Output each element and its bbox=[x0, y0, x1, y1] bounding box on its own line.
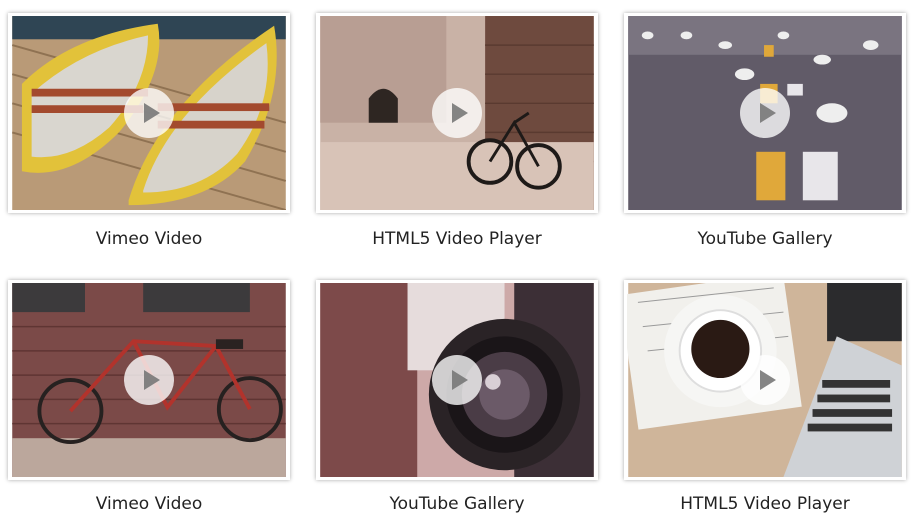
video-title[interactable]: HTML5 Video Player bbox=[316, 229, 598, 249]
video-title[interactable]: HTML5 Video Player bbox=[624, 494, 906, 514]
play-icon[interactable] bbox=[432, 355, 482, 405]
play-icon[interactable] bbox=[740, 88, 790, 138]
video-thumbnail[interactable] bbox=[8, 280, 290, 480]
video-title[interactable]: Vimeo Video bbox=[8, 229, 290, 249]
video-thumbnail[interactable] bbox=[316, 280, 598, 480]
video-thumbnail[interactable] bbox=[624, 13, 906, 213]
video-thumbnail[interactable] bbox=[316, 13, 598, 213]
video-gallery: Vimeo Video HTML5 Video Player YouTube G… bbox=[0, 0, 916, 530]
video-thumbnail[interactable] bbox=[8, 13, 290, 213]
video-title[interactable]: YouTube Gallery bbox=[624, 229, 906, 249]
play-icon[interactable] bbox=[124, 88, 174, 138]
play-icon[interactable] bbox=[740, 355, 790, 405]
play-icon[interactable] bbox=[124, 355, 174, 405]
video-title[interactable]: YouTube Gallery bbox=[316, 494, 598, 514]
video-thumbnail[interactable] bbox=[624, 280, 906, 480]
video-title[interactable]: Vimeo Video bbox=[8, 494, 290, 514]
play-icon[interactable] bbox=[432, 88, 482, 138]
